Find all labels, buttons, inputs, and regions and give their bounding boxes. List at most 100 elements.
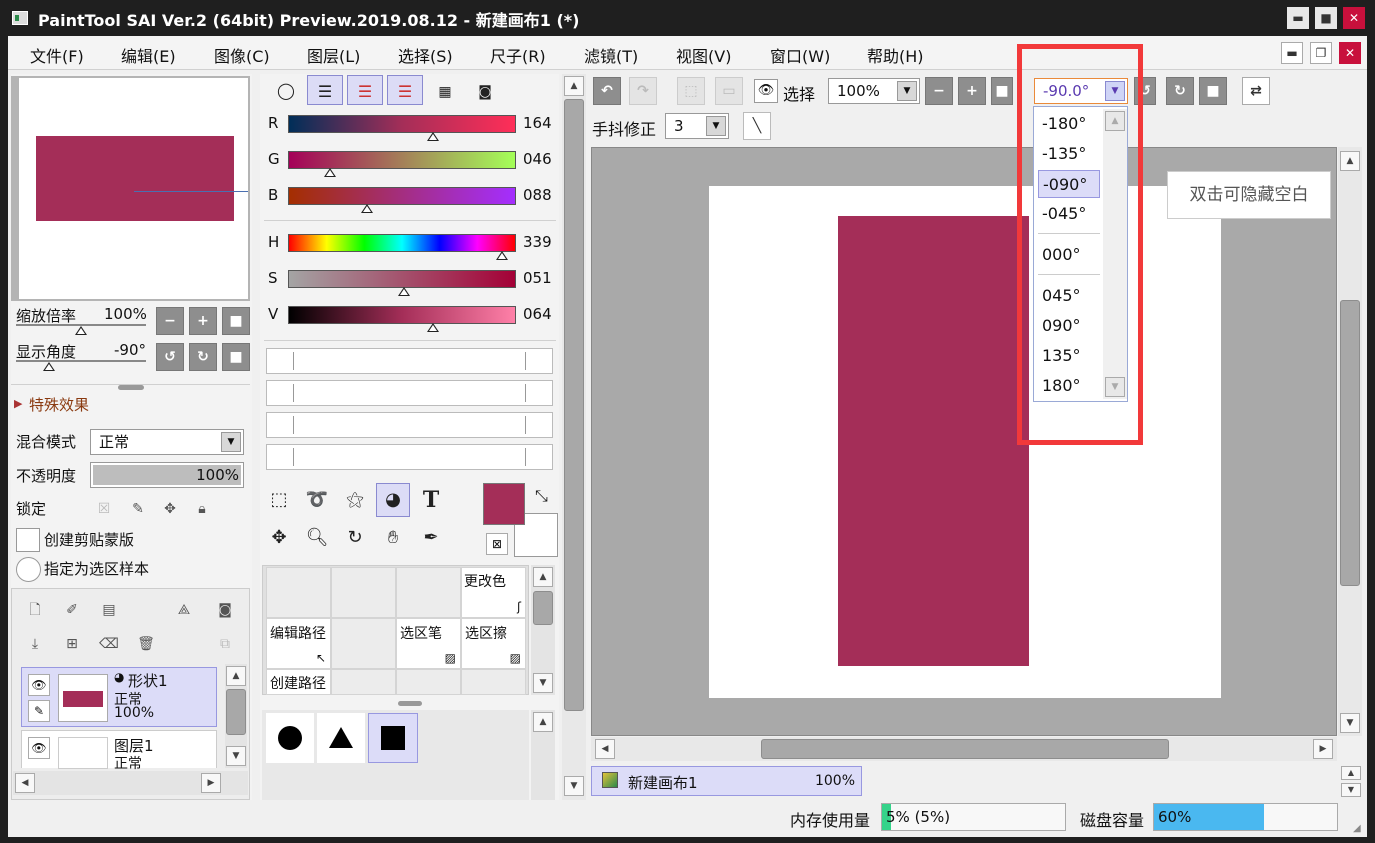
- scroll-down-arrow[interactable]: ▼: [1340, 713, 1360, 733]
- layer-scrollbar[interactable]: ▲ ▼: [225, 664, 247, 768]
- scroll-thumb[interactable]: [533, 591, 553, 625]
- canvas-paper[interactable]: [709, 186, 1221, 698]
- shape-scrollbar[interactable]: ▲: [531, 710, 555, 800]
- shape-square[interactable]: [368, 713, 418, 763]
- rgb-slider-icon[interactable]: ☰: [307, 75, 343, 105]
- canvas-zoom-in-button[interactable]: +: [958, 77, 986, 105]
- scroll-thumb[interactable]: [1340, 300, 1360, 586]
- v-value[interactable]: 064: [523, 305, 552, 323]
- eye-icon[interactable]: 👁︎: [28, 737, 50, 759]
- r-slider-handle[interactable]: [427, 132, 439, 141]
- lock-all-icon[interactable]: 🔒︎: [188, 495, 216, 523]
- move-icon[interactable]: ✥: [262, 521, 296, 555]
- delete-layer-icon[interactable]: 🗑︎: [132, 630, 160, 658]
- tool-slot-empty[interactable]: [461, 669, 526, 695]
- custom-slider-1[interactable]: [266, 348, 553, 374]
- g-slider-handle[interactable]: [324, 168, 336, 177]
- canvas-zoom-reset-button[interactable]: ■: [991, 77, 1013, 105]
- lasso-icon[interactable]: ➰: [300, 483, 334, 517]
- lock-draw-icon[interactable]: ✎: [124, 495, 152, 523]
- layer-mask-icon[interactable]: ◙: [211, 596, 239, 624]
- duplicate-layer-icon[interactable]: ⊞: [58, 630, 86, 658]
- menu-window[interactable]: 窗口(W): [770, 43, 830, 67]
- document-tab[interactable]: 新建画布1 100%: [591, 766, 862, 796]
- tool-edit-path[interactable]: 编辑路径 ↖: [266, 618, 331, 669]
- canvas-rotate-cw-button[interactable]: ↻: [1166, 77, 1194, 105]
- zoom-slider-handle[interactable]: [75, 326, 87, 335]
- panel-resize-grip[interactable]: [398, 701, 422, 706]
- h-value[interactable]: 339: [523, 233, 552, 251]
- reset-colors-icon[interactable]: ⊠: [486, 533, 508, 555]
- tab-scroll-down-arrow[interactable]: ▼: [1341, 783, 1361, 797]
- rotate-icon[interactable]: ↻: [338, 521, 372, 555]
- scroll-down-arrow[interactable]: ▼: [564, 776, 584, 796]
- new-folder-icon[interactable]: ▤: [95, 596, 123, 624]
- stabilizer-select[interactable]: 3 ▼: [665, 113, 729, 139]
- menu-image[interactable]: 图像(C): [214, 43, 270, 67]
- navigator-preview[interactable]: [19, 78, 248, 299]
- layer-effects-icon[interactable]: ⟁: [170, 596, 198, 624]
- panel-scrollbar[interactable]: ▲ ▼: [562, 74, 586, 800]
- canvas-zoom-out-button[interactable]: −: [925, 77, 953, 105]
- swatches-icon[interactable]: ▦: [427, 75, 463, 105]
- menu-file[interactable]: 文件(F): [30, 43, 84, 67]
- menu-help[interactable]: 帮助(H): [867, 43, 924, 67]
- h-slider[interactable]: [288, 234, 516, 252]
- scroll-up-arrow[interactable]: ▲: [533, 567, 553, 587]
- selection-sample-radio[interactable]: [16, 557, 41, 582]
- new-layer-icon[interactable]: 🗋: [21, 596, 49, 624]
- layer-item-shape1[interactable]: 👁︎ ✎ ◕ 形状1 正常 100%: [21, 667, 217, 727]
- canvas-viewport[interactable]: 双击可隐藏空白: [591, 147, 1337, 736]
- tool-slot-empty[interactable]: [331, 669, 396, 695]
- menu-filter[interactable]: 滤镜(T): [584, 43, 638, 67]
- tool-slot-empty[interactable]: [396, 669, 461, 695]
- scroll-down-arrow[interactable]: ▼: [533, 673, 553, 693]
- scroll-down-arrow[interactable]: ▼: [226, 746, 246, 766]
- canvas-zoom-select[interactable]: 100% ▼: [828, 78, 920, 104]
- menu-layer[interactable]: 图层(L): [307, 43, 360, 67]
- zoom-icon[interactable]: 🔍︎: [300, 521, 334, 555]
- text-tool-icon[interactable]: T: [414, 483, 448, 517]
- tool-select-pen[interactable]: 选区笔 ▨: [396, 618, 461, 669]
- color-wheel-icon[interactable]: ◯: [268, 74, 304, 106]
- invert-select-button[interactable]: ▭: [715, 77, 743, 105]
- custom-slider-2[interactable]: [266, 380, 553, 406]
- scroll-thumb[interactable]: [564, 99, 584, 711]
- custom-slider-4[interactable]: [266, 444, 553, 470]
- pencil-icon[interactable]: ✎: [28, 700, 50, 722]
- scratchpad-icon[interactable]: ◙: [467, 75, 503, 105]
- scroll-up-arrow[interactable]: ▲: [1340, 151, 1360, 171]
- b-slider[interactable]: [288, 187, 516, 205]
- r-value[interactable]: 164: [523, 114, 552, 132]
- resize-grip-icon[interactable]: ◢: [1353, 823, 1361, 834]
- angle-slider-handle[interactable]: [43, 362, 55, 371]
- rectangle-shape[interactable]: [838, 216, 1029, 666]
- flip-horizontal-button[interactable]: ⇄: [1242, 77, 1270, 105]
- tool-select-eraser[interactable]: 选区擦 ▨: [461, 618, 526, 669]
- g-slider[interactable]: [288, 151, 516, 169]
- scroll-left-arrow[interactable]: ◀: [595, 739, 615, 759]
- shape-tool-icon[interactable]: ◕: [376, 483, 410, 517]
- lock-move-icon[interactable]: ✥: [156, 495, 184, 523]
- shape-triangle[interactable]: [317, 713, 365, 763]
- deselect-button[interactable]: ⬚: [677, 77, 705, 105]
- lock-transparency-icon[interactable]: ☒: [90, 495, 118, 523]
- scroll-up-arrow[interactable]: ▲: [226, 666, 246, 686]
- zoom-in-button[interactable]: +: [189, 307, 217, 335]
- tab-scroll-up-arrow[interactable]: ▲: [1341, 766, 1361, 780]
- layer-extra-icon[interactable]: ⧉: [211, 630, 239, 658]
- line-tool-button[interactable]: ╲: [743, 112, 771, 140]
- eyedropper-icon[interactable]: ✒: [414, 521, 448, 555]
- b-slider-handle[interactable]: [361, 204, 373, 213]
- canvas-rotate-reset-button[interactable]: ■: [1199, 77, 1227, 105]
- angle-slider[interactable]: [16, 360, 146, 362]
- menu-ruler[interactable]: 尺子(R): [490, 43, 546, 67]
- scroll-right-arrow[interactable]: ▶: [1313, 739, 1333, 759]
- scroll-up-arrow[interactable]: ▲: [564, 76, 584, 96]
- clear-layer-icon[interactable]: ⌫: [95, 630, 123, 658]
- new-vector-layer-icon[interactable]: ✐: [58, 596, 86, 624]
- layer-item-layer1[interactable]: 👁︎ 图层1 正常: [21, 730, 217, 772]
- effects-expand-icon[interactable]: ▶: [14, 397, 22, 410]
- tool-slot-empty[interactable]: [331, 618, 396, 669]
- scroll-right-arrow[interactable]: ▶: [201, 773, 221, 793]
